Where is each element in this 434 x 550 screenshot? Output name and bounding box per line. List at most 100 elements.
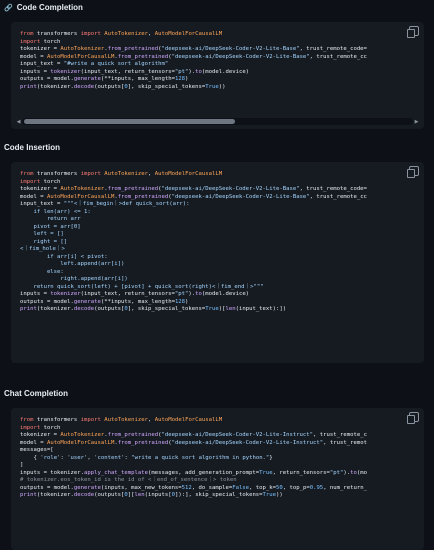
code-line: model = AutoModelForCausalLM.from_pretra… — [20, 194, 424, 202]
code-token: torch — [40, 424, 61, 431]
code-token: to — [350, 469, 357, 476]
copy-icon[interactable] — [407, 26, 419, 38]
code-token: tokenizer — [50, 68, 81, 75]
code-token: True — [205, 306, 219, 312]
code-token: "pt" — [174, 68, 189, 75]
code-token: import — [80, 31, 101, 37]
code-line: right.append(arr[i]) — [20, 276, 424, 284]
code-token: torch — [40, 178, 61, 185]
code-token: apply_chat_template — [84, 469, 148, 476]
code-token: return quick_sort(left) + [pivot] + quic… — [20, 283, 264, 290]
code-token: ] — [20, 462, 24, 468]
code-token: AutoModelForCausalLM — [46, 53, 115, 60]
code-token: AutoTokenizer — [100, 417, 149, 423]
heading-label: Chat Completion — [4, 389, 68, 398]
code-token: from_pretrained — [107, 186, 159, 192]
code-line: inputs = tokenizer(input_text, return_te… — [20, 69, 424, 77]
scroll-track[interactable] — [22, 118, 413, 125]
code-token: """<｜fim_begin｜>def quick_sort(arr): — [63, 201, 190, 207]
code-token: left.append(arr[i]) — [20, 261, 125, 267]
code-line: model = AutoModelForCausalLM.from_pretra… — [20, 440, 424, 448]
code-line: tokenizer = AutoTokenizer.from_pretraine… — [20, 46, 424, 54]
code-token: 'user' — [67, 454, 88, 461]
code-token: "#write a quick sort algorithm" — [63, 61, 169, 67]
code-token: (mo — [356, 469, 367, 476]
code-line: inputs = tokenizer(input_text, return_te… — [20, 291, 424, 299]
code-token: print — [20, 492, 37, 498]
code-token: outputs = model. — [20, 76, 74, 82]
scroll-left-arrow-icon[interactable]: ◀ — [15, 119, 22, 125]
code-token: (input_text, return_tensors= — [80, 291, 175, 297]
code-token: (input_text):]) — [235, 306, 287, 312]
code-token: left = [] — [20, 231, 64, 237]
copy-icon[interactable] — [407, 166, 419, 178]
code-line: pivot = arr[0] — [20, 224, 424, 232]
code-token: (outputs[ — [94, 306, 125, 312]
code-line: return arr — [20, 216, 424, 224]
code-token: ], skip_special_tokens= — [127, 306, 206, 312]
code-token: import — [20, 424, 41, 431]
code-token: outputs = model. — [20, 484, 74, 491]
code-token: ][ — [127, 492, 135, 498]
code-token: , trust_remote_code= — [299, 186, 367, 192]
code-token: from_pretrained — [107, 46, 159, 52]
code-token: import — [20, 178, 41, 185]
code-token: decode — [73, 306, 95, 312]
code-token: (**inputs, max_length= — [100, 76, 175, 82]
code-token: "deepseek-ai/DeepSeek-Coder-V2-Lite-Base… — [171, 193, 310, 200]
link-icon[interactable]: 🔗 — [4, 4, 13, 12]
code-line: left.append(arr[i]) — [20, 261, 424, 269]
code-line: model = AutoModelForCausalLM.from_pretra… — [20, 54, 424, 62]
code-token: AutoModelForCausalLM — [46, 193, 115, 200]
code-token: messages=[ — [20, 447, 54, 453]
code-line: if len(arr) <= 1: — [20, 209, 424, 217]
code-line: # tokenizer.eos_token_id is the id of <｜… — [20, 477, 424, 485]
scroll-thumb[interactable] — [24, 119, 236, 124]
code-line: else: — [20, 269, 424, 277]
code-token: transformers — [33, 171, 81, 177]
code-token: to — [195, 68, 202, 75]
code-token: 'role' — [40, 454, 61, 461]
heading-code-completion: 🔗 Code Completion — [4, 3, 83, 12]
code-token: <｜fim_hole｜> — [20, 246, 65, 252]
code-token: tokenizer = — [20, 432, 61, 438]
code-token: right = [] — [20, 238, 68, 245]
code-token: generate — [73, 484, 101, 491]
horizontal-scrollbar[interactable]: ◀ ▶ — [15, 118, 420, 125]
code-token: AutoModelForCausalLM — [154, 31, 223, 37]
code-content: from transformers import AutoTokenizer , … — [11, 162, 424, 314]
code-line: if arr[i] < pivot: — [20, 254, 424, 262]
code-token: model = — [20, 439, 47, 446]
code-line: input_text = """<｜fim_begin｜>def quick_s… — [20, 201, 424, 209]
code-token: return arr — [20, 216, 81, 222]
code-token: 128 — [174, 76, 186, 82]
code-token: transformers — [33, 31, 81, 37]
code-token: { — [20, 454, 41, 461]
code-token: (tokenizer. — [36, 83, 74, 90]
code-line: inputs = tokenizer.apply_chat_template(m… — [20, 470, 424, 478]
code-token: from — [20, 417, 34, 423]
code-token: (outputs[ — [94, 83, 125, 90]
scroll-right-arrow-icon[interactable]: ▶ — [413, 119, 420, 125]
code-token: from — [20, 31, 34, 37]
copy-icon[interactable] — [407, 412, 419, 424]
code-token: True — [259, 469, 273, 476]
code-token: "deepseek-ai/DeepSeek-Coder-V2-Lite-Inst… — [161, 432, 314, 438]
code-line: from transformers import AutoTokenizer, … — [20, 31, 424, 39]
heading-chat-completion: Chat Completion — [4, 389, 68, 398]
code-token: )[ — [218, 306, 226, 312]
code-line: <｜fim_hole｜> — [20, 246, 424, 254]
code-line: tokenizer = AutoTokenizer.from_pretraine… — [20, 432, 424, 440]
code-token: True — [262, 492, 277, 498]
code-token: from_pretrained — [107, 432, 159, 438]
code-token: , trust_remote_c — [313, 432, 367, 438]
code-line: return quick_sort(left) + [pivot] + quic… — [20, 284, 424, 292]
code-token: pivot = arr[0] — [20, 223, 81, 230]
code-token: "deepseek-ai/DeepSeek-Coder-V2-Lite-Inst… — [171, 439, 324, 446]
code-token: input_text = — [20, 201, 64, 207]
code-token: )) — [218, 83, 226, 90]
code-token: "deepseek-ai/DeepSeek-Coder-V2-Lite-Base… — [161, 186, 300, 192]
code-token: (**inputs, max_length= — [100, 298, 175, 305]
code-token: , top_p= — [282, 484, 310, 491]
code-token: right.append(arr[i]) — [20, 276, 128, 282]
